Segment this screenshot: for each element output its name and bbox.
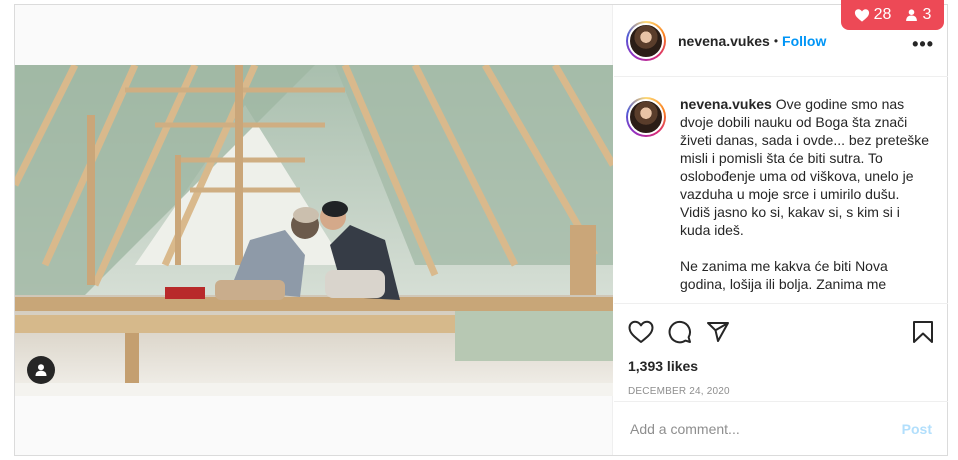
caption-paragraph-1: Ove godine smo nas dvoje dobili nauku od… bbox=[680, 96, 930, 238]
share-button[interactable] bbox=[706, 320, 730, 344]
post-photo[interactable] bbox=[15, 65, 613, 396]
instagram-post: nevena.vukes • Follow ••• nevena.vukes O… bbox=[14, 4, 948, 456]
post-sidebar: nevena.vukes • Follow ••• nevena.vukes O… bbox=[614, 5, 948, 455]
share-icon bbox=[707, 322, 729, 342]
bookmark-icon bbox=[913, 321, 933, 343]
post-comment-button[interactable]: Post bbox=[902, 421, 932, 437]
likes-count[interactable]: 1,393 likes bbox=[628, 358, 934, 374]
heart-icon bbox=[628, 320, 654, 343]
post-actions: 1,393 likes December 24, 2020 bbox=[614, 303, 948, 397]
post-date[interactable]: December 24, 2020 bbox=[628, 386, 934, 397]
badge-likes: 28 bbox=[854, 6, 892, 24]
comment-button[interactable] bbox=[668, 320, 692, 344]
like-button[interactable] bbox=[628, 320, 654, 344]
more-options-icon[interactable]: ••• bbox=[912, 35, 934, 53]
comment-icon bbox=[668, 320, 691, 344]
header-separator: • bbox=[773, 33, 779, 48]
caption-area: nevena.vukes Ove godine smo nas dvoje do… bbox=[614, 77, 948, 303]
user-tag-icon bbox=[35, 364, 47, 376]
tagged-users-button[interactable] bbox=[27, 356, 55, 384]
caption-paragraph-2: Ne zanima me kakva će biti Nova godina, … bbox=[680, 258, 888, 292]
comment-input[interactable] bbox=[630, 420, 902, 437]
follow-button[interactable]: Follow bbox=[782, 33, 826, 49]
badge-likes-count: 28 bbox=[873, 6, 892, 23]
caption-text: nevena.vukes Ove godine smo nas dvoje do… bbox=[680, 95, 932, 303]
author-username[interactable]: nevena.vukes bbox=[678, 33, 770, 49]
attic-photo-illustration bbox=[15, 65, 613, 396]
author-avatar[interactable] bbox=[626, 20, 666, 61]
comment-box: Post bbox=[614, 401, 948, 455]
badge-people: 3 bbox=[905, 6, 931, 24]
activity-badge[interactable]: 28 3 bbox=[841, 0, 944, 30]
post-media bbox=[15, 5, 613, 455]
heart-filled-icon bbox=[854, 8, 869, 22]
person-icon bbox=[906, 9, 918, 22]
action-icons bbox=[628, 314, 934, 350]
save-button[interactable] bbox=[912, 320, 934, 344]
caption-username[interactable]: nevena.vukes bbox=[680, 96, 772, 112]
caption-avatar[interactable] bbox=[626, 97, 666, 137]
badge-people-count: 3 bbox=[922, 6, 932, 23]
